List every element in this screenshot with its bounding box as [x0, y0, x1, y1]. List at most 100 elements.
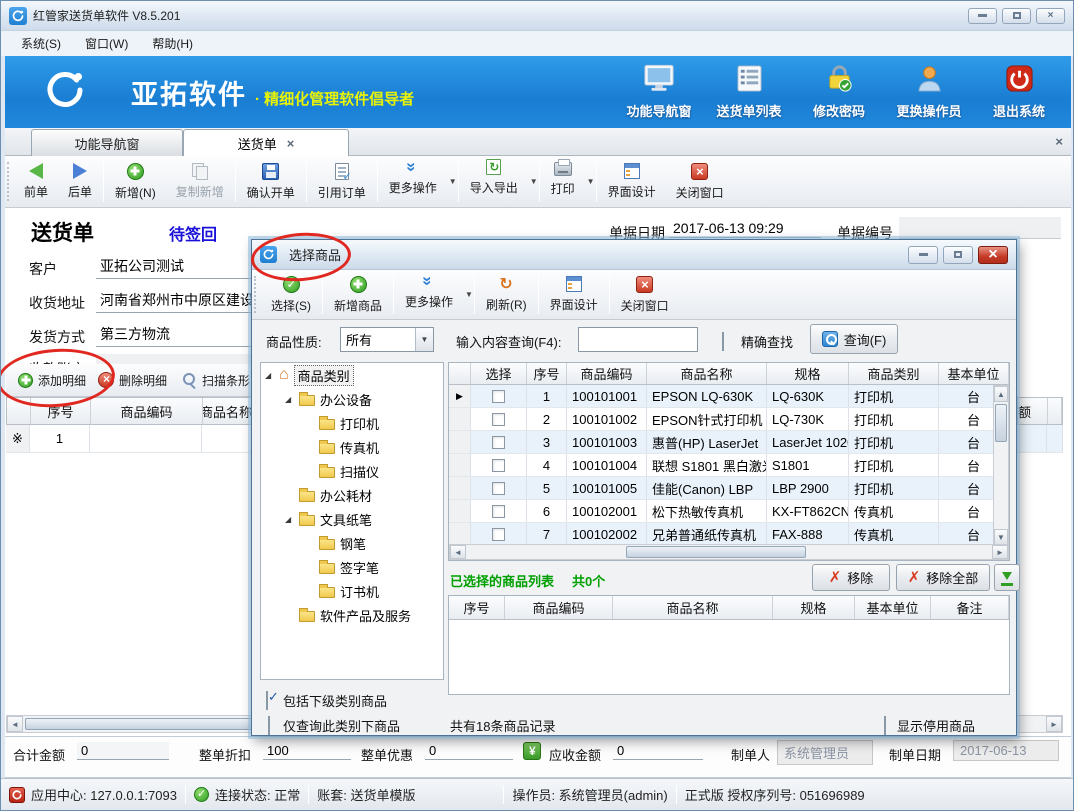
next-order-button[interactable]: 后单 [58, 156, 102, 207]
discount-field[interactable]: 100 [263, 742, 351, 760]
close-window-button[interactable]: 关闭窗口 [666, 156, 734, 207]
left-col-name[interactable]: 商品名称 [203, 398, 253, 424]
tree-item[interactable]: 签字笔 [261, 555, 443, 579]
tab-close-icon[interactable]: × [287, 136, 295, 151]
print-button[interactable]: 打印 [541, 156, 585, 200]
ui-design-button[interactable]: 界面设计 [598, 156, 666, 207]
sel-col-code[interactable]: 商品编码 [505, 596, 613, 619]
tree-item[interactable]: 办公耗材 [261, 483, 443, 507]
banner-delivery-list-button[interactable]: 送货单列表 [711, 64, 787, 120]
query-input[interactable] [578, 327, 698, 352]
dropdown-arrow-icon[interactable]: ▼ [449, 177, 457, 186]
dialog-more-actions-button[interactable]: 更多操作 [395, 270, 463, 313]
scroll-right-icon[interactable]: ► [1046, 716, 1062, 732]
grid-hscrollbar[interactable]: ◄ ► [449, 544, 1009, 560]
tree-item[interactable]: 扫描仪 [261, 459, 443, 483]
scroll-up-icon[interactable]: ▲ [994, 386, 1008, 402]
dialog-select-button[interactable]: 选择(S) [261, 270, 321, 319]
scroll-left-icon[interactable]: ◄ [7, 716, 23, 732]
offer-field[interactable]: 0 [425, 742, 513, 760]
sel-col-spec[interactable]: 规格 [773, 596, 855, 619]
dialog-add-product-button[interactable]: 新增商品 [324, 270, 392, 319]
remove-button[interactable]: 移除 [812, 564, 890, 591]
tree-item[interactable]: 钢笔 [261, 531, 443, 555]
row-checkbox[interactable] [492, 505, 505, 518]
row-checkbox[interactable] [492, 528, 505, 541]
row-checkbox[interactable] [492, 390, 505, 403]
tabstrip-close-icon[interactable]: × [1055, 134, 1063, 149]
scroll-right-icon[interactable]: ► [992, 545, 1008, 559]
col-spec[interactable]: 规格 [767, 363, 849, 384]
tree-item-root[interactable]: ◢商品类别 [261, 363, 443, 387]
sel-col-name[interactable]: 商品名称 [613, 596, 773, 619]
scan-barcode-button[interactable]: 扫描条形 [176, 370, 256, 391]
add-new-button[interactable]: 新增(N) [105, 156, 166, 207]
col-unit[interactable]: 基本单位 [939, 363, 1009, 384]
menu-window[interactable]: 窗口(W) [75, 32, 138, 55]
tab-delivery-order[interactable]: 送货单 × [183, 129, 349, 156]
dropdown-arrow-icon[interactable]: ▼ [530, 177, 538, 186]
show-disabled-checkbox[interactable] [884, 716, 886, 735]
download-selected-button[interactable] [994, 564, 1020, 591]
expander-icon[interactable]: ◢ [285, 515, 294, 524]
product-row[interactable]: 6 100102001 松下热敏传真机 KX-FT862CN 传真机 台 [449, 500, 1009, 523]
dialog-ui-design-button[interactable]: 界面设计 [540, 270, 608, 319]
tree-item[interactable]: 订书机 [261, 579, 443, 603]
dropdown-arrow-icon[interactable]: ▼ [465, 290, 473, 299]
include-sub-checkbox[interactable] [266, 691, 268, 710]
quote-order-button[interactable]: 引用订单 [308, 156, 376, 207]
total-field[interactable]: 0 [77, 742, 169, 760]
product-row[interactable]: 5 100101005 佳能(Canon) LBP LBP 2900 打印机 台 [449, 477, 1009, 500]
customer-field[interactable]: 亚拓公司测试 [96, 254, 254, 279]
dialog-refresh-button[interactable]: 刷新(R) [476, 270, 537, 319]
confirm-order-button[interactable]: 确认开单 [237, 156, 305, 207]
tree-item[interactable]: 打印机 [261, 411, 443, 435]
dropdown-arrow-icon[interactable]: ▼ [587, 177, 595, 186]
grid-vscrollbar[interactable]: ▲ ▼ [993, 385, 1009, 546]
address-field[interactable]: 河南省郑州市中原区建设路 [96, 288, 254, 313]
col-name[interactable]: 商品名称 [647, 363, 767, 384]
dialog-close-button[interactable]: × [978, 246, 1008, 264]
row-checkbox[interactable] [492, 459, 505, 472]
banner-switch-operator-button[interactable]: 更换操作员 [891, 64, 967, 120]
banner-nav-window-button[interactable]: 功能导航窗 [621, 64, 697, 120]
menu-help[interactable]: 帮助(H) [142, 32, 203, 55]
expander-icon[interactable]: ◢ [265, 371, 274, 380]
sel-col-unit[interactable]: 基本单位 [855, 596, 931, 619]
more-actions-button[interactable]: 更多操作 [379, 156, 447, 199]
close-button[interactable]: × [1036, 8, 1065, 24]
minimize-button[interactable] [968, 8, 997, 24]
row-checkbox[interactable] [492, 436, 505, 449]
tab-nav-window[interactable]: 功能导航窗 [31, 129, 183, 156]
product-row[interactable]: 7 100102002 兄弟普通纸传真机 FAX-888 传真机 台 [449, 523, 1009, 546]
doc-no-field[interactable] [899, 217, 1061, 239]
sel-col-note[interactable]: 备注 [931, 596, 1009, 619]
menu-system[interactable]: 系统(S) [11, 32, 71, 55]
ship-method-field[interactable]: 第三方物流 [96, 322, 254, 347]
query-button[interactable]: 查询(F) [810, 324, 898, 354]
tree-item[interactable]: 传真机 [261, 435, 443, 459]
scroll-left-icon[interactable]: ◄ [450, 545, 466, 559]
left-col-code[interactable]: 商品编码 [91, 398, 203, 424]
product-row[interactable]: ▶ 1 100101001 EPSON LQ-630K LQ-630K 打印机 … [449, 385, 1009, 408]
maximize-button[interactable] [1002, 8, 1031, 24]
left-grid-row[interactable]: ※ 1 [6, 425, 254, 453]
tree-item[interactable]: ◢办公设备 [261, 387, 443, 411]
product-row[interactable]: 3 100101003 惠普(HP) LaserJet LaserJet 102… [449, 431, 1009, 454]
product-row[interactable]: 2 100101002 EPSON针式打印机 LQ-730K 打印机 台 [449, 408, 1009, 431]
prev-order-button[interactable]: 前单 [14, 156, 58, 207]
select-dropdown-icon[interactable]: ▼ [415, 328, 433, 351]
row-checkbox[interactable] [492, 413, 505, 426]
only-this-checkbox[interactable] [268, 716, 270, 735]
expander-icon[interactable]: ◢ [285, 395, 294, 404]
dialog-close-window-button[interactable]: 关闭窗口 [611, 270, 679, 319]
receivable-field[interactable]: 0 [613, 742, 703, 760]
scroll-down-icon[interactable]: ▼ [994, 529, 1008, 545]
dialog-minimize-button[interactable] [908, 246, 938, 264]
copy-new-button[interactable]: 复制新增 [166, 156, 234, 207]
product-row[interactable]: 4 100101004 联想 S1801 黑白激光 S1801 打印机 台 [449, 454, 1009, 477]
add-detail-button[interactable]: 添加明细 [12, 370, 92, 391]
delete-detail-button[interactable]: 删除明细 [92, 370, 173, 391]
banner-exit-button[interactable]: 退出系统 [981, 64, 1057, 120]
import-export-button[interactable]: 导入导出 [460, 156, 528, 199]
